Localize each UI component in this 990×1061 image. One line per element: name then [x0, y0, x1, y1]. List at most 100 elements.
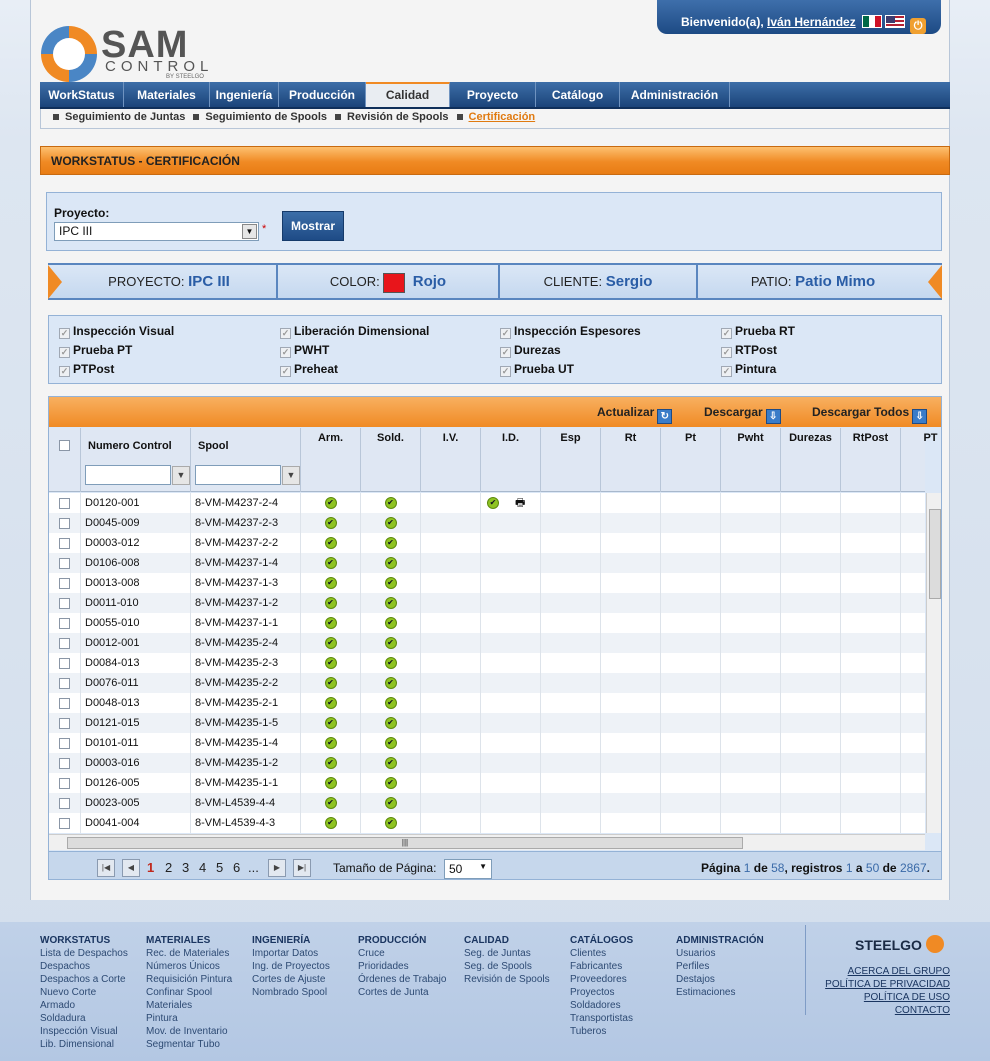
page-number[interactable]: 3: [182, 860, 189, 875]
download-all-icon[interactable]: ⇩: [912, 409, 928, 424]
table-row[interactable]: D0041-004 8-VM-L4539-4-3 ✔ ✔: [49, 813, 925, 833]
subnav-item-1[interactable]: Seguimiento de Spools: [205, 111, 327, 123]
test-checkbox[interactable]: ✓ Prueba RT: [721, 324, 795, 339]
row-checkbox[interactable]: [59, 557, 70, 569]
footer-link[interactable]: Soldadores: [570, 999, 633, 1012]
checkbox-box[interactable]: ✓: [500, 347, 511, 358]
test-checkbox[interactable]: ✓ RTPost: [721, 343, 777, 358]
col-step-0[interactable]: Arm.: [301, 428, 361, 492]
footer-policy-link[interactable]: CONTACTO: [810, 1004, 950, 1017]
checkbox-box[interactable]: ✓: [721, 347, 732, 358]
footer-link[interactable]: Cortes de Ajuste: [252, 973, 330, 986]
col-step-4[interactable]: Esp: [541, 428, 601, 492]
test-checkbox[interactable]: ✓ Liberación Dimensional: [280, 324, 429, 339]
footer-link[interactable]: Órdenes de Trabajo: [358, 973, 446, 986]
footer-link[interactable]: Despachos a Corte: [40, 973, 128, 986]
table-row[interactable]: D0045-009 8-VM-M4237-2-3 ✔ ✔: [49, 513, 925, 533]
test-checkbox[interactable]: ✓ PTPost: [59, 362, 114, 377]
table-row[interactable]: D0013-008 8-VM-M4237-1-3 ✔ ✔: [49, 573, 925, 593]
row-checkbox[interactable]: [59, 577, 70, 589]
footer-link[interactable]: Ing. de Proyectos: [252, 960, 330, 973]
footer-col-heading[interactable]: ADMINISTRACIÓN: [676, 934, 764, 947]
footer-link[interactable]: Mov. de Inventario: [146, 1025, 232, 1038]
select-all-checkbox[interactable]: [59, 440, 70, 451]
footer-col-heading[interactable]: CALIDAD: [464, 934, 550, 947]
footer-link[interactable]: Cruce: [358, 947, 446, 960]
checkbox-box[interactable]: ✓: [721, 328, 732, 339]
download-button[interactable]: Descargar ⇩: [704, 405, 781, 424]
footer-col-heading[interactable]: WORKSTATUS: [40, 934, 128, 947]
nav-item-4[interactable]: Calidad: [366, 82, 450, 107]
nav-item-1[interactable]: Materiales: [124, 82, 210, 107]
test-checkbox[interactable]: ✓ Inspección Visual: [59, 324, 174, 339]
prev-page-icon[interactable]: ◀: [122, 859, 140, 877]
col-step-7[interactable]: Pwht: [721, 428, 781, 492]
table-row[interactable]: D0055-010 8-VM-M4237-1-1 ✔ ✔: [49, 613, 925, 633]
footer-link[interactable]: Proyectos: [570, 986, 633, 999]
print-icon[interactable]: 🖶: [515, 497, 525, 509]
row-checkbox[interactable]: [59, 597, 70, 609]
footer-link[interactable]: Cortes de Junta: [358, 986, 446, 999]
checkbox-box[interactable]: ✓: [59, 347, 70, 358]
checkbox-box[interactable]: ✓: [59, 366, 70, 377]
scroll-thumb[interactable]: |||: [67, 837, 743, 849]
refresh-icon[interactable]: ↻: [657, 409, 673, 424]
mexico-flag-icon[interactable]: [862, 15, 883, 28]
test-checkbox[interactable]: ✓ Inspección Espesores: [500, 324, 641, 339]
footer-link[interactable]: Tuberos: [570, 1025, 633, 1038]
test-checkbox[interactable]: ✓ Preheat: [280, 362, 338, 377]
vertical-scrollbar[interactable]: [926, 493, 941, 833]
row-checkbox[interactable]: [59, 697, 70, 709]
checkbox-box[interactable]: ✓: [59, 328, 70, 339]
nav-item-2[interactable]: Ingeniería: [210, 82, 279, 107]
footer-link[interactable]: Clientes: [570, 947, 633, 960]
chevron-down-icon[interactable]: ▼: [242, 224, 257, 239]
row-checkbox[interactable]: [59, 797, 70, 809]
row-checkbox[interactable]: [59, 777, 70, 789]
footer-link[interactable]: Números Únicos: [146, 960, 232, 973]
footer-link[interactable]: Nombrado Spool: [252, 986, 330, 999]
footer-link[interactable]: Perfiles: [676, 960, 764, 973]
next-page-icon[interactable]: ▶: [268, 859, 286, 877]
test-checkbox[interactable]: ✓ Prueba UT: [500, 362, 574, 377]
show-button[interactable]: Mostrar: [282, 211, 344, 241]
scroll-thumb[interactable]: [929, 509, 941, 599]
footer-policy-link[interactable]: POLÍTICA DE PRIVACIDAD: [810, 978, 950, 991]
spool-filter-input[interactable]: [195, 465, 281, 485]
footer-link[interactable]: Fabricantes: [570, 960, 633, 973]
footer-link[interactable]: Materiales: [146, 999, 232, 1012]
footer-policy-link[interactable]: POLÍTICA DE USO: [810, 991, 950, 1004]
row-checkbox[interactable]: [59, 737, 70, 749]
col-step-8[interactable]: Durezas: [781, 428, 841, 492]
footer-link[interactable]: Soldadura: [40, 1012, 128, 1025]
row-checkbox[interactable]: [59, 517, 70, 529]
last-page-icon[interactable]: ▶|: [293, 859, 311, 877]
row-checkbox[interactable]: [59, 657, 70, 669]
table-row[interactable]: D0023-005 8-VM-L4539-4-4 ✔ ✔: [49, 793, 925, 813]
horizontal-scrollbar[interactable]: |||: [49, 834, 925, 850]
nav-item-5[interactable]: Proyecto: [450, 82, 536, 107]
table-row[interactable]: D0120-001 8-VM-M4237-2-4 ✔ ✔ ✔ 🖶: [49, 493, 925, 513]
footer-link[interactable]: Destajos: [676, 973, 764, 986]
checkbox-box[interactable]: ✓: [500, 328, 511, 339]
footer-col-heading[interactable]: MATERIALES: [146, 934, 232, 947]
footer-link[interactable]: Lista de Despachos: [40, 947, 128, 960]
footer-link[interactable]: Seg. de Juntas: [464, 947, 550, 960]
footer-link[interactable]: Usuarios: [676, 947, 764, 960]
chevron-down-icon[interactable]: ▼: [479, 862, 487, 871]
footer-link[interactable]: Transportistas: [570, 1012, 633, 1025]
table-row[interactable]: D0003-016 8-VM-M4235-1-2 ✔ ✔: [49, 753, 925, 773]
footer-link[interactable]: Estimaciones: [676, 986, 764, 999]
table-row[interactable]: D0012-001 8-VM-M4235-2-4 ✔ ✔: [49, 633, 925, 653]
footer-col-heading[interactable]: PRODUCCIÓN: [358, 934, 446, 947]
filter-icon[interactable]: ▼: [172, 466, 190, 485]
power-icon[interactable]: ⏻: [910, 18, 927, 34]
nav-item-7[interactable]: Administración: [620, 82, 730, 107]
refresh-button[interactable]: Actualizar ↻: [597, 405, 673, 424]
footer-link[interactable]: Rec. de Materiales: [146, 947, 232, 960]
first-page-icon[interactable]: |◀: [97, 859, 115, 877]
col-step-6[interactable]: Pt: [661, 428, 721, 492]
footer-link[interactable]: Requisición Pintura: [146, 973, 232, 986]
test-checkbox[interactable]: ✓ PWHT: [280, 343, 329, 358]
user-link[interactable]: Iván Hernández: [767, 15, 856, 29]
